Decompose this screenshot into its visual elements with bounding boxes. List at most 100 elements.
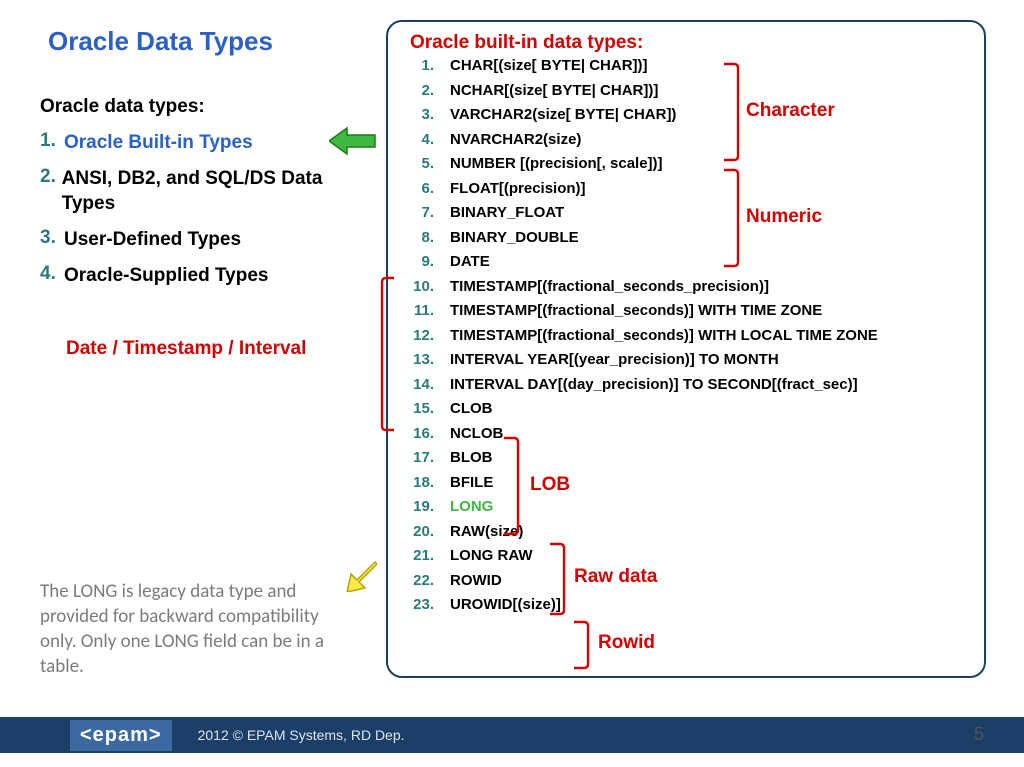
bracket-raw-icon [550,542,566,616]
category-number: 2. [40,166,62,188]
type-label: INTERVAL YEAR[(year_precision)] TO MONTH [440,352,779,367]
type-row: 14.INTERVAL DAY[(day_precision)] TO SECO… [410,377,966,392]
type-row: 13.INTERVAL YEAR[(year_precision)] TO MO… [410,352,966,367]
type-number: 9. [410,254,440,269]
type-row: 1.CHAR[(size[ BYTE| CHAR])] [410,58,966,73]
category-item: 2.ANSI, DB2, and SQL/DS Data Types [40,166,350,217]
yellow-arrow-icon [337,556,377,592]
type-label: FLOAT[(precision)] [440,181,586,196]
type-number: 21. [410,548,440,563]
category-label: Oracle Built-in Types [64,130,253,156]
type-row: 19.LONG [410,499,966,514]
type-number: 4. [410,132,440,147]
type-number: 17. [410,450,440,465]
type-label: NUMBER [(precision[, scale])] [440,156,663,171]
type-label: NCLOB [440,426,503,441]
type-row: 15.CLOB [410,401,966,416]
type-row: 22.ROWID [410,573,966,588]
long-footnote: The LONG is legacy data type and provide… [40,579,350,679]
type-row: 12.TIMESTAMP[(fractional_seconds)] WITH … [410,328,966,343]
epam-logo: <epam> [70,720,172,751]
category-item: 3.User-Defined Types [40,227,350,253]
category-list: 1.Oracle Built-in Types2.ANSI, DB2, and … [40,130,350,288]
green-arrow-icon [329,126,377,156]
type-list: 1.CHAR[(size[ BYTE| CHAR])] 2.NCHAR[(size… [410,58,966,612]
type-number: 3. [410,107,440,122]
type-label: CLOB [440,401,493,416]
type-row: 3.VARCHAR2(size[ BYTE| CHAR]) [410,107,966,122]
type-label: TIMESTAMP[(fractional_seconds_precision)… [440,279,769,294]
type-row: 9.DATE [410,254,966,269]
category-label: ANSI, DB2, and SQL/DS Data Types [62,166,350,217]
type-number: 11. [410,303,440,318]
date-timestamp-note: Date / Timestamp / Interval [40,338,350,360]
type-label: LONG [440,499,493,514]
category-item: 1.Oracle Built-in Types [40,130,350,156]
type-label: INTERVAL DAY[(day_precision)] TO SECOND[… [440,377,858,392]
type-number: 19. [410,499,440,514]
category-number: 3. [40,227,64,249]
type-label: UROWID[(size)] [440,597,561,612]
type-number: 7. [410,205,440,220]
type-label: NCHAR[(size[ BYTE| CHAR])] [440,83,658,98]
category-label: User-Defined Types [64,227,241,253]
type-number: 5. [410,156,440,171]
bracket-rowid-icon [574,620,590,670]
type-number: 1. [410,58,440,73]
type-label: ROWID [440,573,502,588]
type-row: 20.RAW(size) [410,524,966,539]
type-row: 18.BFILE [410,475,966,490]
sub-heading: Oracle data types: [40,96,350,118]
type-row: 23.UROWID[(size)] [410,597,966,612]
bracket-lob-icon [504,436,520,536]
type-number: 8. [410,230,440,245]
type-row: 10.TIMESTAMP[(fractional_seconds_precisi… [410,279,966,294]
type-label: NVARCHAR2(size) [440,132,581,147]
type-number: 18. [410,475,440,490]
type-row: 21.LONG RAW [410,548,966,563]
group-lob: LOB [530,474,570,496]
panel-title: Oracle built-in data types: [410,32,966,54]
type-label: BINARY_FLOAT [440,205,564,220]
left-column: Oracle data types: 1.Oracle Built-in Typ… [40,96,350,360]
type-number: 6. [410,181,440,196]
type-number: 12. [410,328,440,343]
bracket-numeric-icon [724,168,740,268]
type-number: 15. [410,401,440,416]
type-number: 14. [410,377,440,392]
page-title: Oracle Data Types [48,26,273,57]
category-item: 4.Oracle-Supplied Types [40,263,350,289]
group-character: Character [746,100,835,122]
type-label: TIMESTAMP[(fractional_seconds)] WITH TIM… [440,303,822,318]
type-row: 16.NCLOB [410,426,966,441]
footer-bar: <epam> 2012 © EPAM Systems, RD Dep. [0,717,1024,753]
copyright-text: 2012 © EPAM Systems, RD Dep. [198,727,405,743]
type-number: 10. [410,279,440,294]
type-label: TIMESTAMP[(fractional_seconds)] WITH LOC… [440,328,878,343]
bracket-character-icon [724,62,740,162]
category-number: 4. [40,263,64,285]
type-number: 22. [410,573,440,588]
type-label: BFILE [440,475,493,490]
category-number: 1. [40,130,64,152]
type-row: 11.TIMESTAMP[(fractional_seconds)] WITH … [410,303,966,318]
type-label: BINARY_DOUBLE [440,230,579,245]
type-row: 7.BINARY_FLOAT [410,205,966,220]
builtin-types-panel: Oracle built-in data types: 1.CHAR[(size… [386,20,986,678]
group-rowid: Rowid [598,632,655,654]
type-number: 16. [410,426,440,441]
bracket-datetime-icon [380,276,396,432]
type-row: 6.FLOAT[(precision)] [410,181,966,196]
category-label: Oracle-Supplied Types [64,263,268,289]
type-row: 4.NVARCHAR2(size) [410,132,966,147]
type-number: 23. [410,597,440,612]
type-label: DATE [440,254,490,269]
type-row: 5.NUMBER [(precision[, scale])] [410,156,966,171]
type-row: 17.BLOB [410,450,966,465]
page-number: 5 [974,724,984,745]
type-label: VARCHAR2(size[ BYTE| CHAR]) [440,107,676,122]
type-row: 2.NCHAR[(size[ BYTE| CHAR])] [410,83,966,98]
type-number: 20. [410,524,440,539]
group-numeric: Numeric [746,206,822,228]
type-label: BLOB [440,450,493,465]
